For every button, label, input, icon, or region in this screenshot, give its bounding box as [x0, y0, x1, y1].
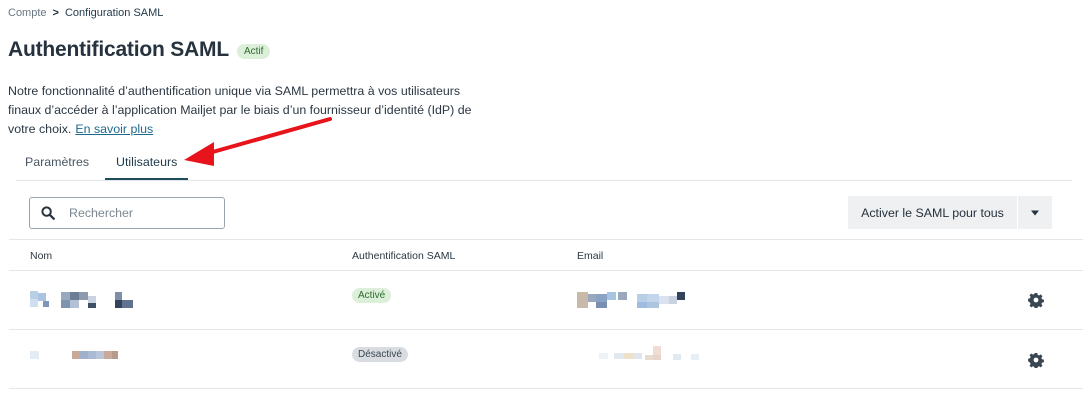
gear-icon[interactable]: [1028, 292, 1044, 308]
breadcrumb-link-compte[interactable]: Compte: [8, 7, 47, 19]
table-row[interactable]: Activé: [9, 271, 1083, 330]
learn-more-link[interactable]: En savoir plus: [75, 122, 153, 136]
chevron-down-icon: [1031, 210, 1039, 215]
saml-status-badge: Activé: [352, 288, 392, 303]
search-box[interactable]: [29, 197, 225, 229]
breadcrumb-current: Configuration SAML: [64, 7, 164, 19]
page-header: Authentification SAML Actif: [8, 38, 271, 62]
users-table: Nom Authentification SAML Email Activé D…: [9, 239, 1083, 389]
redacted-name: [30, 350, 122, 360]
column-header-email: Email: [577, 250, 604, 262]
column-header-saml: Authentification SAML: [352, 250, 456, 262]
column-header-name: Nom: [30, 250, 53, 262]
search-icon: [41, 206, 55, 220]
search-input[interactable]: [69, 206, 209, 220]
breadcrumb: Compte > Configuration SAML: [8, 7, 163, 19]
tab-parametres[interactable]: Paramètres: [25, 155, 89, 178]
redacted-email: [599, 344, 705, 362]
breadcrumb-separator: >: [52, 7, 59, 19]
saml-status-badge: Désactivé: [352, 347, 408, 362]
enable-saml-dropdown-button[interactable]: [1018, 196, 1052, 229]
redacted-email: [577, 290, 699, 308]
gear-icon[interactable]: [1028, 352, 1044, 368]
status-badge: Actif: [236, 44, 271, 59]
enable-saml-all-button[interactable]: Activer le SAML pour tous: [848, 196, 1017, 229]
page-title: Authentification SAML: [8, 38, 229, 61]
table-row[interactable]: Désactivé: [9, 330, 1083, 389]
redacted-name: [30, 291, 134, 308]
table-header: Nom Authentification SAML Email: [9, 239, 1083, 271]
annotation-arrow: [184, 117, 332, 166]
